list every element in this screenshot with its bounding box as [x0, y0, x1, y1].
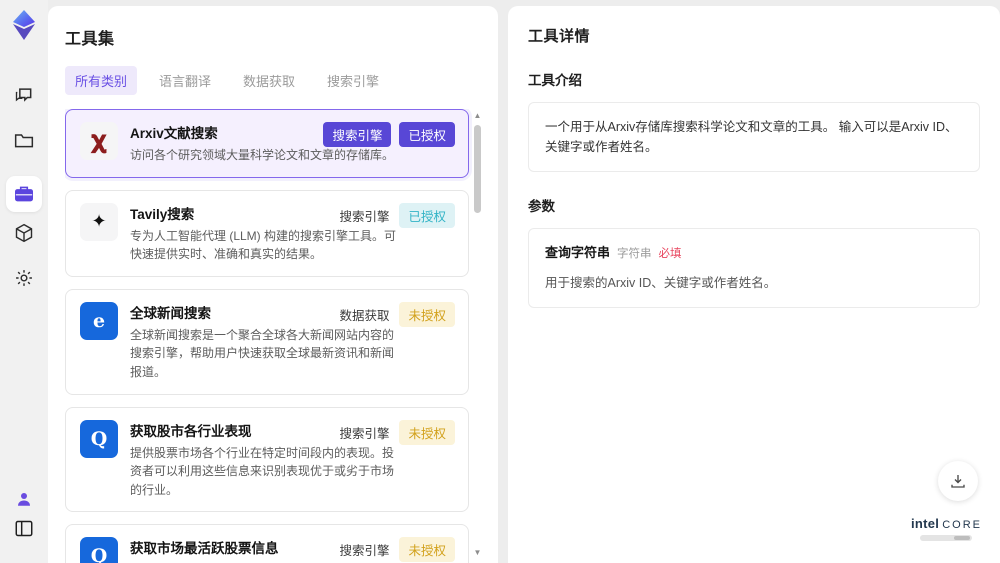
status-badge: 已授权: [399, 202, 455, 228]
download-button[interactable]: [938, 461, 978, 501]
tools-panel: 工具集 所有类别 语言翻译 数据获取 搜索引擎 𝛘 Arxiv文献搜索 访问各个研究领域大…: [48, 6, 498, 563]
core-wordmark: CORE: [942, 519, 982, 531]
param-type: 字符串: [617, 248, 652, 260]
category-tag: 搜索引擎: [323, 122, 392, 147]
stock-app-icon: Q: [80, 537, 118, 563]
folder-icon[interactable]: [14, 131, 34, 149]
tavily-star-icon: ✦: [80, 202, 118, 241]
status-badge: 未授权: [399, 537, 455, 563]
scroll-down-icon[interactable]: ▼: [473, 548, 482, 557]
download-icon: [951, 475, 965, 488]
tool-card[interactable]: ✦ Tavily搜索 专为人工智能代理 (LLM) 构建的搜索引擎工具。可快速提供实…: [65, 189, 469, 277]
params-heading: 参数: [528, 199, 555, 214]
tool-card[interactable]: Q获取市场最活跃股票信息提供当天交易量最高的股票列表，投资者可以利用这些信息来识…: [65, 524, 469, 563]
category-tag: 搜索引擎: [339, 426, 390, 441]
intel-wordmark: intel: [910, 516, 940, 531]
scroll-up-icon[interactable]: ▲: [473, 111, 482, 120]
list-scrollbar[interactable]: ▲ ▼: [473, 111, 482, 557]
param-description: 用于搜索的Arxiv ID、关键字或作者姓名。: [545, 275, 777, 290]
toolbox-icon[interactable]: [6, 176, 42, 212]
page-title: 工具集: [65, 31, 115, 48]
intel-core-logo: intel CORE: [911, 516, 982, 541]
tab-2[interactable]: 数据获取: [233, 66, 305, 95]
tool-list: 𝛘 Arxiv文献搜索 访问各个研究领域大量科学论文和文章的存储库。 搜索引擎 已授权 ✦…: [65, 109, 482, 563]
arxiv-logo-icon: 𝛘: [80, 122, 118, 160]
settings-gear-icon[interactable]: [14, 268, 34, 288]
param-card: 查询字符串 字符串 必填 用于搜索的Arxiv ID、关键字或作者姓名。: [528, 228, 980, 308]
chat-icon[interactable]: [14, 85, 34, 105]
scrollbar-thumb[interactable]: [474, 125, 481, 213]
status-badge: 已授权: [399, 122, 455, 147]
category-tag: 搜索引擎: [339, 209, 390, 224]
tool-description: 访问各个研究领域大量科学论文和文章的存储库。: [130, 148, 395, 162]
param-name: 查询字符串: [545, 245, 611, 260]
intro-heading: 工具介绍: [528, 73, 582, 88]
tab-3[interactable]: 搜索引擎: [317, 66, 389, 95]
status-badge: 未授权: [399, 301, 455, 327]
intel-badge-bar: [920, 535, 973, 541]
collapse-panel-icon[interactable]: [15, 520, 34, 537]
category-tag: 搜索引擎: [339, 544, 390, 559]
tab-1[interactable]: 语言翻译: [149, 66, 221, 95]
user-avatar-icon[interactable]: [15, 490, 33, 508]
tool-description: 提供股票市场各个行业在特定时间段内的表现。投资者可以利用这些信息来识别表现优于或…: [130, 445, 395, 497]
stock-app-icon: Q: [80, 419, 118, 458]
app-logo-icon: [7, 8, 41, 42]
category-tag: 数据获取: [339, 308, 390, 323]
news-app-icon: e: [80, 301, 118, 340]
tool-description: 全球新闻搜索是一个聚合全球各大新闻网站内容的搜索引擎，帮助用户快速获取全球最新资…: [130, 327, 395, 379]
tool-card[interactable]: Q 获取股市各行业表现 提供股票市场各个行业在特定时间段内的表现。投资者可以利用这些…: [65, 406, 469, 513]
category-tabs: 所有类别 语言翻译 数据获取 搜索引擎: [65, 66, 482, 95]
intro-text: 一个用于从Arxiv存储库搜索科学论文和文章的工具。 输入可以是Arxiv ID…: [528, 102, 980, 172]
detail-title: 工具详情: [528, 28, 591, 45]
left-rail: [0, 0, 48, 563]
status-badge: 未授权: [399, 419, 455, 445]
tool-description: 专为人工智能代理 (LLM) 构建的搜索引擎工具。可快速提供实时、准确和真实的结…: [130, 228, 397, 262]
tool-detail-panel: 工具详情 工具介绍 一个用于从Arxiv存储库搜索科学论文和文章的工具。 输入可…: [508, 6, 1000, 563]
tab-0[interactable]: 所有类别: [65, 66, 138, 95]
tool-card[interactable]: 𝛘 Arxiv文献搜索 访问各个研究领域大量科学论文和文章的存储库。 搜索引擎 已授权: [65, 109, 469, 178]
cube-icon[interactable]: [14, 223, 34, 243]
tool-card[interactable]: e 全球新闻搜索 全球新闻搜索是一个聚合全球各大新闻网站内容的搜索引擎，帮助用户快速…: [65, 288, 469, 395]
param-required-badge: 必填: [658, 248, 682, 260]
